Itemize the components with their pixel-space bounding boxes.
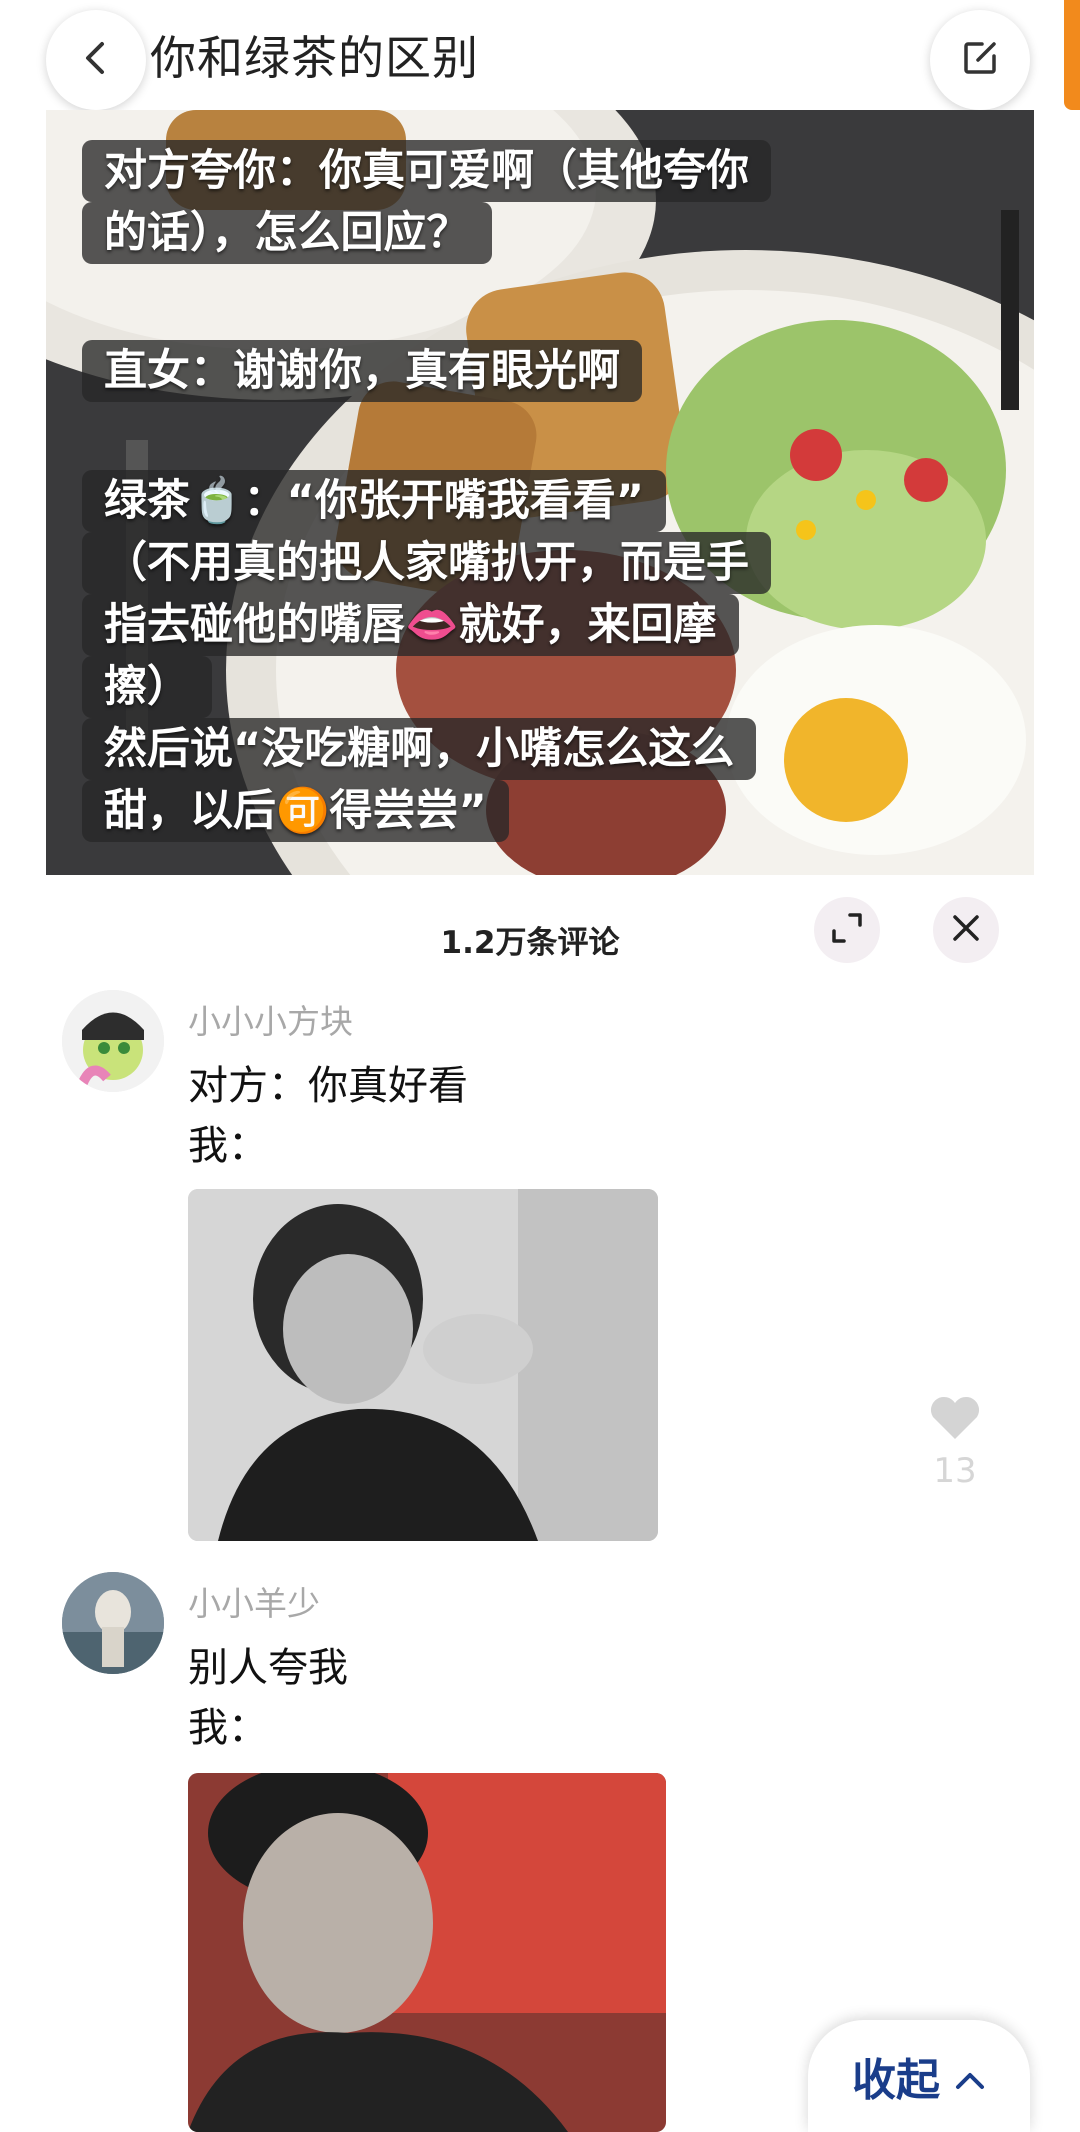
page-title: 你和绿茶的区别 <box>150 31 479 85</box>
overlay-line: 指去碰他的嘴唇👄就好，来回摩 <box>82 594 739 656</box>
comment-image[interactable] <box>188 1773 666 2132</box>
overlay-line: （不用真的把人家嘴扒开，而是手 <box>82 532 771 594</box>
top-bar: 你和绿茶的区别 <box>0 0 1080 110</box>
expand-button[interactable] <box>814 897 880 963</box>
overlay-text-block: 直女：谢谢你，真有眼光啊 <box>82 340 642 402</box>
close-button[interactable] <box>933 897 999 963</box>
share-edit-button[interactable] <box>930 10 1030 110</box>
scroll-indicator <box>1064 0 1080 110</box>
post-image[interactable]: 对方夸你：你真可爱啊（其他夸你 的话），怎么回应？ 直女：谢谢你，真有眼光啊 绿… <box>46 110 1034 875</box>
expand-icon <box>830 911 864 949</box>
share-edit-icon <box>960 38 1000 82</box>
overlay-text-block: 绿茶🍵：“你张开嘴我看看” （不用真的把人家嘴扒开，而是手 指去碰他的嘴唇👄就好… <box>82 470 771 842</box>
close-icon <box>950 912 982 948</box>
collapse-label: 收起 <box>852 2055 940 2106</box>
comment-image[interactable] <box>188 1189 658 1541</box>
collapse-button[interactable]: 收起 <box>808 2020 1030 2132</box>
overlay-text-block: 对方夸你：你真可爱啊（其他夸你 的话），怎么回应？ <box>82 140 771 264</box>
overlay-line: 擦） <box>82 656 212 718</box>
chevron-up-icon <box>954 2051 986 2102</box>
comment-text: 我： <box>188 1123 268 1169</box>
overlay-line: 的话），怎么回应？ <box>82 202 492 264</box>
overlay-line: 然后说“没吃糖啊，小嘴怎么这么 <box>82 718 757 780</box>
comment-text: 我： <box>188 1705 268 1751</box>
overlay-line: 直女：谢谢你，真有眼光啊 <box>82 340 642 402</box>
comment-text: 对方：你真好看 <box>188 1063 468 1109</box>
like-count: 13 <box>933 1451 977 1491</box>
comment-username[interactable]: 小小羊少 <box>188 1577 320 1625</box>
chevron-left-icon <box>76 38 116 82</box>
comments-count-title: 1.2万条评论 <box>440 925 620 961</box>
avatar[interactable] <box>62 990 164 1092</box>
overlay-line: 绿茶🍵：“你张开嘴我看看” <box>82 470 667 532</box>
back-button[interactable] <box>46 10 146 110</box>
overlay-line: 对方夸你：你真可爱啊（其他夸你 <box>82 140 771 202</box>
overlay-line: 甜，以后🉑得尝尝” <box>82 780 509 842</box>
like-group[interactable]: 13 <box>925 1395 985 1491</box>
comment-username[interactable]: 小小小方块 <box>188 995 353 1043</box>
heart-icon[interactable] <box>929 1396 981 1445</box>
comments-sheet: 1.2万条评论 小小小方块 对方：你真好看 我： 13 小小羊少 别人夸我 我： <box>0 875 1080 2132</box>
avatar[interactable] <box>62 1572 164 1674</box>
comment-text: 别人夸我 <box>188 1645 348 1691</box>
